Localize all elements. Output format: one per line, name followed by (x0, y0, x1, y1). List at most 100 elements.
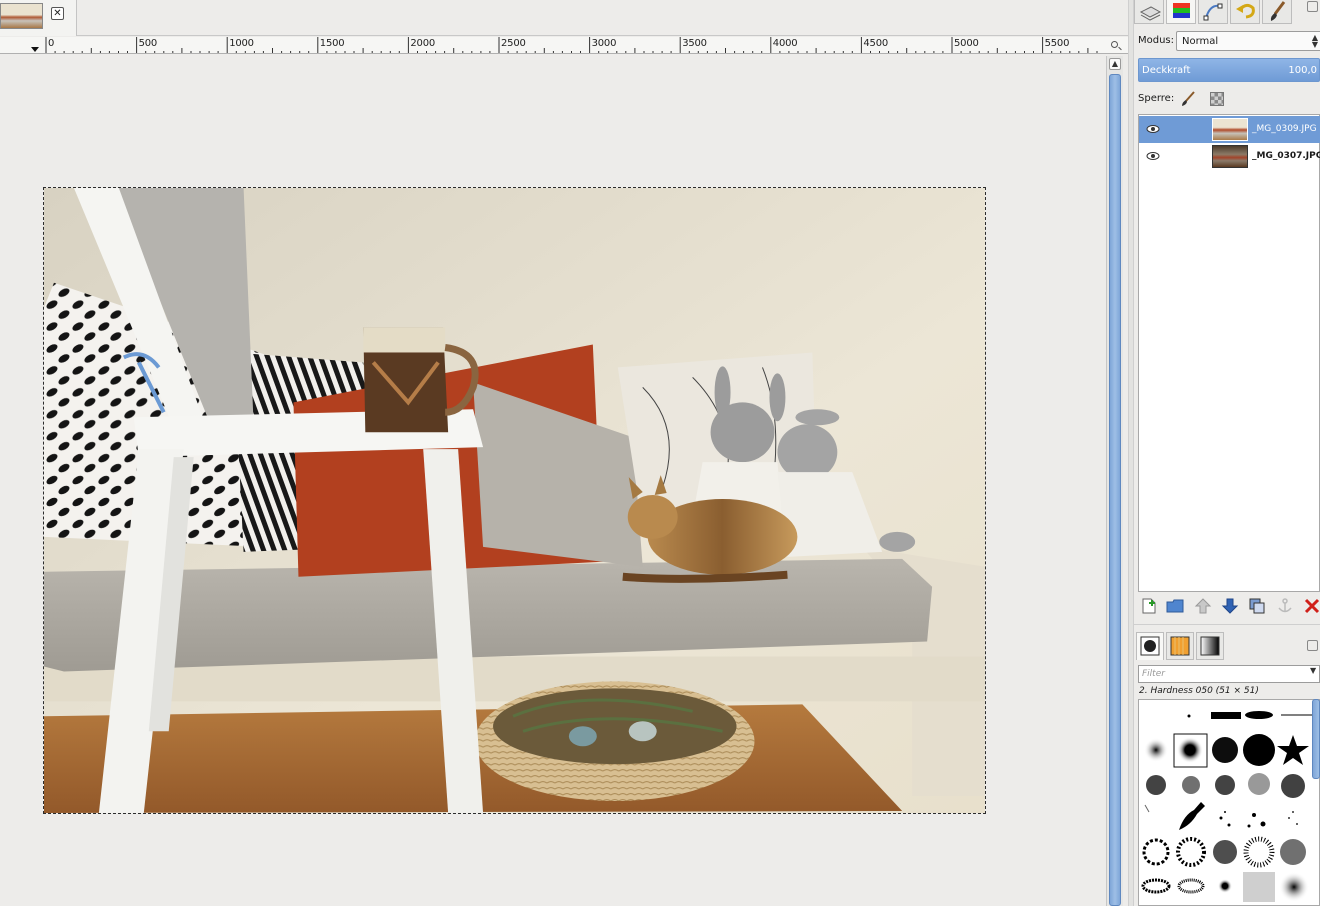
eye-icon[interactable] (1146, 149, 1160, 163)
brush-grid[interactable] (1138, 699, 1320, 906)
tab-patterns[interactable] (1166, 632, 1194, 660)
brush-item[interactable] (1248, 773, 1270, 795)
layer-button-bar (1138, 594, 1320, 618)
brush-item[interactable] (1142, 838, 1170, 866)
zoom-toggle-button[interactable] (1106, 37, 1128, 54)
ruler-tick-label: 1000 (229, 38, 254, 49)
tab-brushes[interactable] (1262, 0, 1292, 24)
brush-tab-bar (1134, 630, 1320, 660)
ruler-tick-label: 1500 (319, 38, 345, 49)
brush-scroll-thumb[interactable] (1312, 699, 1320, 779)
mode-label: Modus: (1138, 35, 1175, 46)
image-tab-thumbnail[interactable] (0, 3, 43, 29)
ruler-tick-label: 3000 (591, 38, 617, 49)
anchor-layer-icon[interactable] (1276, 597, 1294, 615)
brush-icon (1270, 1, 1286, 21)
brush-item[interactable] (1144, 804, 1150, 813)
brush-item[interactable] (1277, 735, 1309, 765)
brush-item[interactable] (1243, 734, 1275, 766)
brush-item[interactable] (1141, 878, 1171, 894)
dock-separator[interactable] (1134, 624, 1320, 628)
brush-item[interactable] (1219, 811, 1231, 827)
lower-layer-icon[interactable] (1221, 597, 1239, 615)
paths-icon (1203, 3, 1223, 21)
new-layer-icon[interactable] (1140, 597, 1158, 615)
raise-layer-icon[interactable] (1194, 597, 1212, 615)
lock-pixels-icon[interactable] (1180, 91, 1196, 107)
brush-item[interactable] (1245, 711, 1273, 719)
ruler-tick-label: 500 (138, 38, 158, 49)
brush-item[interactable] (1288, 811, 1298, 825)
scroll-up-icon[interactable]: ▲ (1109, 58, 1121, 70)
photo-cat-on-sofa (44, 188, 985, 813)
ruler-tick-label: 2500 (501, 38, 526, 49)
ruler-tick-label: 4500 (863, 38, 889, 49)
ruler-tick-label: 5000 (954, 38, 979, 49)
dock-menu-icon[interactable] (1307, 1, 1318, 12)
brush-item[interactable] (1176, 837, 1206, 867)
tab-undo-history[interactable] (1230, 0, 1260, 24)
lock-row: Sperre: (1138, 90, 1320, 108)
image-tab-strip: ✕ (0, 0, 1128, 36)
brush-item[interactable] (1182, 776, 1200, 794)
ruler-tick-label: 4000 (772, 38, 798, 49)
brush-item[interactable] (1187, 714, 1191, 718)
tab-channels[interactable] (1166, 0, 1196, 24)
delete-layer-icon[interactable] (1303, 597, 1320, 615)
duplicate-layer-icon[interactable] (1248, 597, 1266, 615)
tab-paths[interactable] (1198, 0, 1228, 24)
mode-row: Modus: Normal ▲ ▼ (1138, 31, 1320, 51)
brush-item[interactable] (1215, 775, 1235, 795)
layers-dock: Modus: Normal ▲ ▼ Deckkraft 100,0 Sperre:… (1134, 0, 1320, 906)
opacity-label: Deckkraft (1142, 65, 1191, 76)
chevron-down-icon[interactable]: ▼ (1310, 666, 1316, 675)
vertical-scrollbar[interactable]: ▲ (1106, 56, 1123, 906)
eye-icon[interactable] (1146, 122, 1160, 136)
brush-item[interactable] (1144, 738, 1168, 762)
brush-panel-menu-icon[interactable] (1307, 640, 1318, 651)
brush-item[interactable] (1281, 774, 1305, 798)
brush-item[interactable] (1279, 872, 1309, 902)
tab-gradients[interactable] (1196, 632, 1224, 660)
dock-tab-bar (1134, 0, 1320, 26)
brush-preview-icon (1140, 636, 1160, 656)
brush-item[interactable] (1243, 872, 1275, 902)
brush-item[interactable] (1212, 737, 1238, 763)
lock-alpha-icon[interactable] (1210, 92, 1224, 106)
tab-layers[interactable] (1134, 0, 1164, 24)
horizontal-ruler[interactable]: 0 500 1000 1500 2000 2500 3000 3500 4000… (42, 37, 1106, 54)
brush-item[interactable] (1243, 836, 1275, 868)
brush-item[interactable] (1146, 775, 1166, 795)
opacity-slider[interactable]: Deckkraft 100,0 (1138, 58, 1320, 82)
ruler-corner[interactable] (0, 37, 42, 54)
layer-row[interactable]: _MG_0307.JPG (1139, 143, 1320, 170)
mode-select[interactable]: Normal ▲ ▼ (1176, 31, 1320, 51)
layers-list[interactable]: _MG_0309.JPG _MG_0307.JPG (1138, 114, 1320, 592)
brush-filter-input[interactable] (1138, 665, 1320, 683)
layer-name[interactable]: _MG_0307.JPG (1252, 151, 1320, 161)
ruler-ticks (45, 37, 1098, 53)
brush-item[interactable] (1213, 840, 1237, 864)
brush-item[interactable] (1173, 733, 1208, 768)
gradient-icon (1200, 636, 1220, 656)
layer-name[interactable]: _MG_0309.JPG (1252, 124, 1317, 134)
brush-item[interactable] (1247, 813, 1266, 828)
pattern-icon (1170, 636, 1190, 656)
close-tab-icon[interactable]: ✕ (51, 7, 64, 20)
mode-value: Normal (1182, 36, 1219, 47)
image-tab[interactable]: ✕ (0, 0, 77, 36)
brush-item[interactable] (1218, 879, 1232, 893)
brush-item[interactable] (1280, 839, 1306, 865)
brush-item[interactable] (1211, 712, 1241, 719)
brush-thumbnails (1141, 711, 1317, 902)
brush-item[interactable] (1179, 802, 1205, 830)
tab-brushes-panel[interactable] (1136, 632, 1164, 660)
chevron-updown-icon: ▲ ▼ (1311, 33, 1318, 49)
lock-label: Sperre: (1138, 93, 1175, 104)
brush-item[interactable] (1177, 878, 1205, 894)
layer-row[interactable]: _MG_0309.JPG (1139, 116, 1320, 143)
new-layer-group-icon[interactable] (1166, 597, 1184, 615)
image-canvas[interactable] (43, 187, 986, 814)
opacity-value: 100,0 (1288, 65, 1317, 76)
vertical-scroll-thumb[interactable] (1109, 74, 1121, 906)
